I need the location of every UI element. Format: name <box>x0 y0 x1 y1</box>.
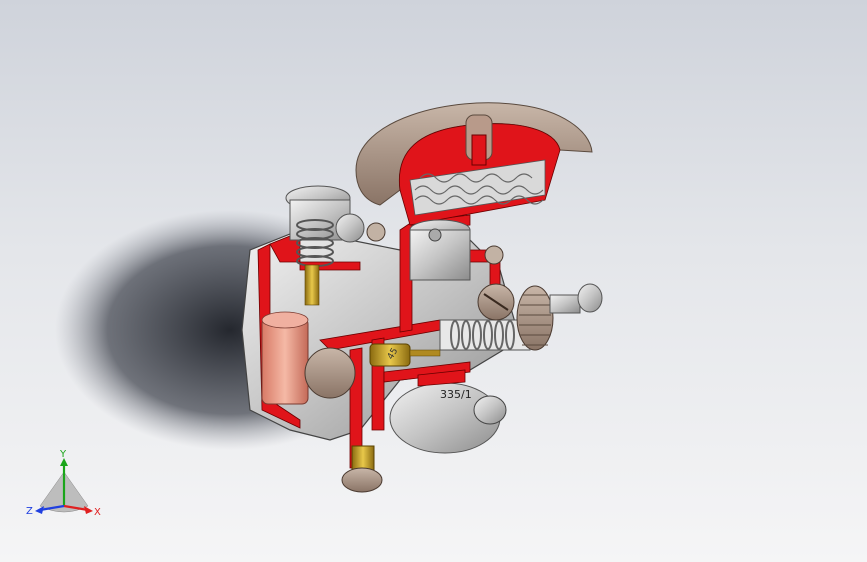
x-axis-label: X <box>94 507 101 518</box>
y-axis-label: Y <box>59 449 67 460</box>
x-axis-arrow-icon <box>84 506 93 514</box>
drain-plug <box>341 445 383 493</box>
lower-bowl: 335/1 <box>389 382 507 454</box>
part-marking: 335/1 <box>440 388 472 401</box>
z-axis-arrow-icon <box>35 506 44 514</box>
z-axis-label: Z <box>26 506 33 517</box>
venturi-tube <box>409 219 471 281</box>
orientation-triad[interactable]: Y X Z <box>24 448 104 520</box>
air-filter-cover <box>355 102 593 226</box>
idle-adjust-spring <box>439 319 531 351</box>
carburetor-section-model[interactable]: 335/1 45 <box>0 0 867 562</box>
graphics-viewport[interactable]: 335/1 45 Y X Z <box>0 0 867 562</box>
adjustment-knob <box>516 283 603 351</box>
float <box>261 311 309 405</box>
